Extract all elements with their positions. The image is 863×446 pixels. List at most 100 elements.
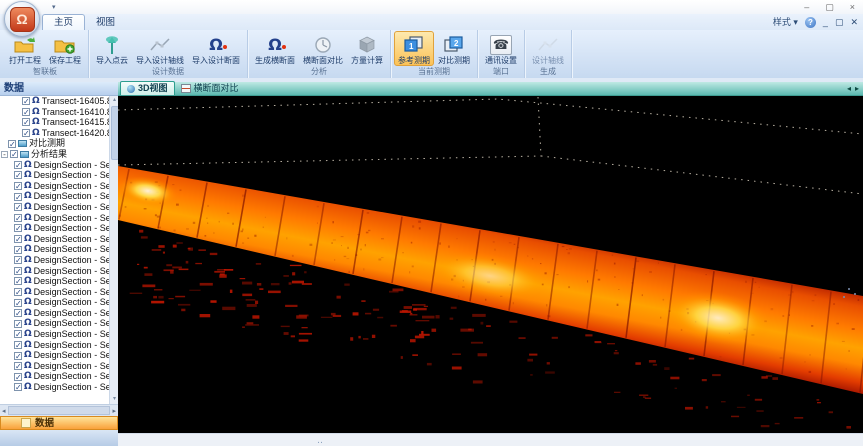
tree-item[interactable]: ✓ΩDesignSection - Sect xyxy=(0,297,109,308)
reference-period-button[interactable]: 1 参考测期 xyxy=(394,31,434,66)
checkbox[interactable]: ✓ xyxy=(14,309,22,317)
tab-home[interactable]: 主页 xyxy=(42,14,85,30)
tab-scroll-left-icon[interactable]: ◂ xyxy=(847,84,851,93)
scroll-left-icon[interactable]: ◂ xyxy=(2,407,6,415)
tree-item[interactable]: -✓分析结果 xyxy=(0,149,109,160)
design-axis-button[interactable]: 设计轴线 xyxy=(528,31,568,66)
cross-section-compare-button[interactable]: 横断面对比 xyxy=(299,31,347,66)
checkbox[interactable]: ✓ xyxy=(14,182,22,190)
checkbox[interactable]: ✓ xyxy=(22,129,30,137)
splitter-grip-icon[interactable]: ‥ xyxy=(317,434,323,446)
tree-item[interactable]: ✓ΩDesignSection - Sect xyxy=(0,202,109,213)
compare-period-button[interactable]: 2 对比测期 xyxy=(434,31,474,66)
inner-minimize-button[interactable]: _ xyxy=(823,16,828,28)
checkbox[interactable]: ✓ xyxy=(14,161,22,169)
tree-item[interactable]: ✓ΩDesignSection - Sect xyxy=(0,382,109,393)
tunnel-arch-icon: Ω xyxy=(24,382,32,393)
checkbox[interactable]: ✓ xyxy=(14,203,22,211)
checkbox[interactable]: ✓ xyxy=(14,193,22,201)
tree-item-label: DesignSection - Sect xyxy=(34,170,109,181)
tree-item[interactable]: ✓ΩDesignSection - Sect xyxy=(0,191,109,202)
tree-item[interactable]: ✓ΩDesignSection - Sect xyxy=(0,244,109,255)
tree-vertical-scrollbar[interactable]: ▴ ▾ xyxy=(109,96,118,404)
ribbon-group-label: 设计数据 xyxy=(92,66,244,78)
volume-calculation-button[interactable]: 方量计算 xyxy=(347,31,387,66)
inner-close-button[interactable]: ✕ xyxy=(850,16,858,28)
tree-item[interactable]: ✓ΩDesignSection - Sect xyxy=(0,361,109,372)
tab-3d-view[interactable]: 3D视图 xyxy=(120,81,175,95)
import-design-axis-button[interactable]: 导入设计轴线 xyxy=(132,31,188,66)
tab-scroll-right-icon[interactable]: ▸ xyxy=(855,84,859,93)
checkbox[interactable]: ✓ xyxy=(14,246,22,254)
maximize-button[interactable]: ▢ xyxy=(825,1,834,13)
help-icon[interactable]: ? xyxy=(805,17,816,28)
tree-item-label: DesignSection - Sect xyxy=(34,266,109,277)
checkbox[interactable]: ✓ xyxy=(22,108,30,116)
checkbox[interactable]: ✓ xyxy=(14,362,22,370)
tree-item[interactable]: ✓ΩDesignSection - Sect xyxy=(0,266,109,277)
tree-item[interactable]: ✓ΩDesignSection - Sect xyxy=(0,276,109,287)
checkbox[interactable]: ✓ xyxy=(14,341,22,349)
tunnel-arch-icon: Ω xyxy=(209,36,223,54)
tree-item-label: DesignSection - Sect xyxy=(34,213,109,224)
inner-restore-button[interactable]: ▢ xyxy=(835,16,844,28)
style-menu[interactable]: 样式 ▾ xyxy=(773,16,798,28)
tree-item[interactable]: ✓ΩTransect-16405.85 xyxy=(0,96,109,107)
checkbox[interactable]: ✓ xyxy=(14,277,22,285)
checkbox[interactable]: ✓ xyxy=(14,256,22,264)
tree-item[interactable]: ✓ΩDesignSection - Sect xyxy=(0,234,109,245)
checkbox[interactable]: ✓ xyxy=(14,373,22,381)
tree-item[interactable]: ✓ΩDesignSection - Sect xyxy=(0,350,109,361)
import-design-section-button[interactable]: Ω 导入设计断面 xyxy=(188,31,244,66)
quick-access-caret-icon[interactable]: ▾ xyxy=(52,3,56,11)
checkbox[interactable]: ✓ xyxy=(10,150,18,158)
tree-item[interactable]: ✓ΩDesignSection - Sect xyxy=(0,213,109,224)
minimize-button[interactable]: – xyxy=(804,1,809,13)
tree-item[interactable]: ✓对比测期 xyxy=(0,138,109,149)
import-pointcloud-button[interactable]: 导入点云 xyxy=(92,31,132,66)
scroll-right-icon[interactable]: ▸ xyxy=(112,407,116,415)
checkbox[interactable]: ✓ xyxy=(14,235,22,243)
tree-item[interactable]: ✓ΩDesignSection - Sect xyxy=(0,371,109,382)
tunnel-arch-icon: Ω xyxy=(24,223,32,234)
checkbox[interactable]: ✓ xyxy=(14,267,22,275)
tree-horizontal-scrollbar[interactable]: ◂ ▸ xyxy=(0,404,118,416)
close-button[interactable]: × xyxy=(850,1,855,13)
tree-item[interactable]: ✓ΩDesignSection - Sect xyxy=(0,170,109,181)
tree-item[interactable]: ✓ΩDesignSection - Sect xyxy=(0,160,109,171)
data-panel-tab[interactable]: 数据 xyxy=(0,416,118,430)
application-window: – ▢ × 主页 视图 样式 ▾ ? _ ▢ ✕ Ω ▾ xyxy=(0,0,863,446)
tab-section-compare[interactable]: 横断面对比 xyxy=(175,82,245,95)
viewport-3d[interactable] xyxy=(118,96,863,433)
checkbox[interactable]: ✓ xyxy=(14,330,22,338)
checkbox[interactable]: ✓ xyxy=(14,171,22,179)
tree-item[interactable]: ✓ΩDesignSection - Sect xyxy=(0,223,109,234)
tree-item[interactable]: ✓ΩDesignSection - Sect xyxy=(0,318,109,329)
tree-item[interactable]: ✓ΩDesignSection - Sect xyxy=(0,181,109,192)
checkbox[interactable]: ✓ xyxy=(22,97,30,105)
tree-item[interactable]: ✓ΩTransect-16415.85 xyxy=(0,117,109,128)
save-project-button[interactable]: 保存工程 xyxy=(45,31,85,66)
checkbox[interactable]: ✓ xyxy=(22,118,30,126)
generate-cross-section-button[interactable]: Ω 生成横断面 xyxy=(251,31,299,66)
checkbox[interactable]: ✓ xyxy=(8,140,16,148)
tree-item[interactable]: ✓ΩDesignSection - Sect xyxy=(0,287,109,298)
checkbox[interactable]: ✓ xyxy=(14,288,22,296)
checkbox[interactable]: ✓ xyxy=(14,214,22,222)
application-menu-button[interactable]: Ω xyxy=(4,1,40,37)
tab-view[interactable]: 视图 xyxy=(85,15,126,30)
tree-item[interactable]: ✓ΩTransect-16420.85 xyxy=(0,128,109,139)
checkbox[interactable]: ✓ xyxy=(14,224,22,232)
checkbox[interactable]: ✓ xyxy=(14,352,22,360)
expander-icon[interactable]: - xyxy=(1,151,8,158)
tree-item[interactable]: ✓ΩDesignSection - Sect xyxy=(0,308,109,319)
scrollbar-thumb[interactable] xyxy=(8,406,111,415)
checkbox[interactable]: ✓ xyxy=(14,383,22,391)
tree-item[interactable]: ✓ΩTransect-16410.85 xyxy=(0,107,109,118)
checkbox[interactable]: ✓ xyxy=(14,320,22,328)
tree-item[interactable]: ✓ΩDesignSection - Sect xyxy=(0,340,109,351)
tree-item[interactable]: ✓ΩDesignSection - Sect xyxy=(0,329,109,340)
communication-settings-button[interactable]: ☎ 通讯设置 xyxy=(481,31,521,66)
checkbox[interactable]: ✓ xyxy=(14,299,22,307)
tree-item[interactable]: ✓ΩDesignSection - Sect xyxy=(0,255,109,266)
